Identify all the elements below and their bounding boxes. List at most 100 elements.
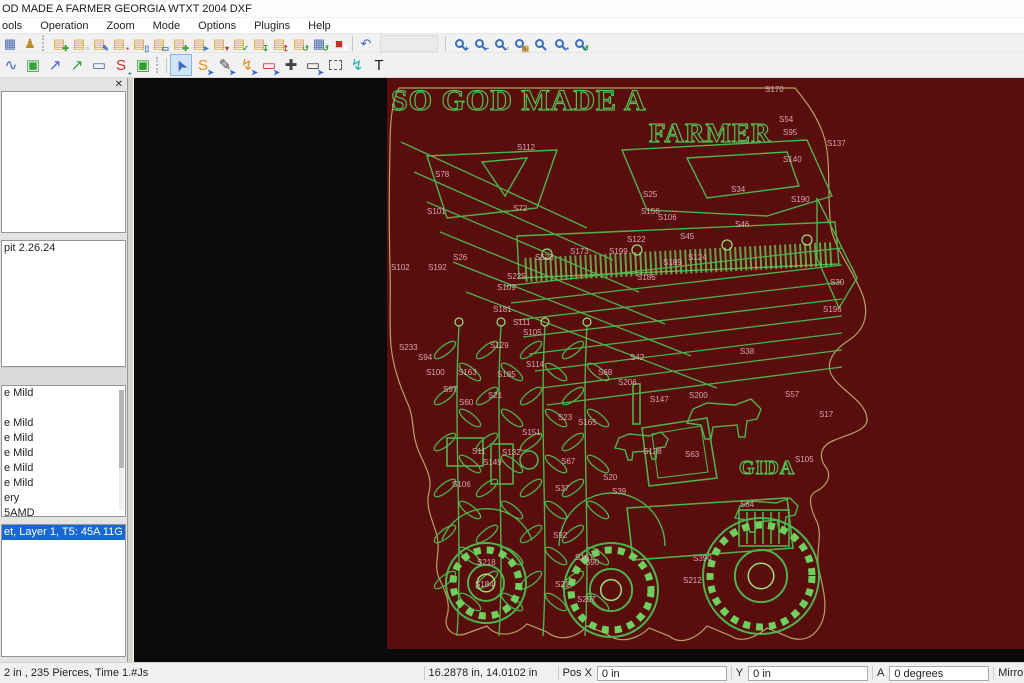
calculator-icon[interactable]: ▦ (0, 35, 20, 52)
part-label: S63 (685, 450, 700, 459)
zoom-sheet-icon[interactable]: ▤ (509, 35, 529, 52)
list-item[interactable]: e Mild (2, 476, 125, 491)
part-label: S78 (435, 170, 450, 179)
part-label: S105 (523, 328, 542, 337)
menu-item-plugins[interactable]: Plugins (245, 20, 299, 32)
list-item[interactable]: e Mild (2, 416, 125, 431)
selected-layer-item[interactable]: et, Layer 1, T5: 45A 11G Fine ... (2, 525, 125, 540)
move-part-icon[interactable]: ▤ ➤ (189, 35, 209, 53)
zoom-in-icon[interactable]: + (449, 35, 469, 52)
panel-header: ✕ (0, 78, 127, 91)
menu-item-help[interactable]: Help (299, 20, 340, 32)
select-marquee-icon[interactable] (324, 54, 346, 76)
cursor-coordinates: 16.2878 in, 14.0102 in (428, 667, 538, 679)
part-label: S97 (443, 385, 458, 394)
select-pierce-icon[interactable]: ✎ ➤ (214, 54, 236, 77)
lead-arrow-icon[interactable]: ↗ (66, 54, 88, 76)
consumables-list[interactable]: e Mild e Mild e Mild e Mild e Mild e Mild ery 5… (1, 385, 126, 517)
part-label: S20 (603, 473, 618, 482)
select-arrow-icon[interactable]: ➤ (170, 54, 192, 76)
part-label: S54 (779, 115, 794, 124)
edit-part-icon[interactable]: ▤ ✎ (89, 35, 109, 53)
add-sequence-icon[interactable]: S ₊ (110, 54, 132, 77)
move-arrow-icon[interactable]: ↗ (44, 54, 66, 76)
replace-part-icon[interactable]: ▤ ✓ (229, 35, 249, 53)
nest-part-icon[interactable]: ▣ (22, 54, 44, 76)
toolbar-sep (352, 35, 353, 51)
undo-icon[interactable]: ↶ (356, 35, 376, 52)
list-item[interactable]: e Mild (2, 461, 125, 476)
corner-loop-icon[interactable]: ▣ (132, 54, 154, 76)
copy-parts-icon[interactable]: ▤ ▫ (69, 35, 89, 53)
status-bar: 2 in , 235 Pierces, Time 1.#Js 16.2878 i… (0, 662, 1024, 683)
zoom-all-icon[interactable] (529, 35, 549, 52)
part-label: S147 (650, 395, 669, 404)
cut-sequence-icon[interactable]: ∿ (0, 54, 22, 76)
export-part-icon[interactable]: ▤ ↥ (269, 35, 289, 53)
pos-x-segment: Pos X 0 in (559, 663, 731, 683)
menu-item-zoom[interactable]: Zoom (98, 20, 144, 32)
part-label: S170 (765, 85, 784, 94)
part-label: S67 (561, 457, 576, 466)
add-group-icon[interactable]: ▤ ✚ (169, 35, 189, 53)
select-lead-icon[interactable]: ↯ ➤ (236, 54, 258, 77)
zoom-out-icon[interactable]: − (469, 35, 489, 52)
part-label: S34 (731, 185, 746, 194)
parts-list-box[interactable] (1, 91, 126, 233)
part-label: S102 (391, 263, 410, 272)
select-sequence-icon[interactable]: S ➤ (192, 54, 214, 77)
remove-part-icon[interactable]: ▤ ▾ (209, 35, 229, 53)
close-icon[interactable]: ✕ (115, 79, 123, 90)
pos-y-field[interactable]: 0 in (748, 665, 869, 681)
menu-item-options[interactable]: Options (189, 20, 245, 32)
nest-drawing: SO GOD MADE A FARMER GIDA S170S54S95S137… (388, 83, 868, 641)
list-item[interactable]: e Mild (2, 386, 125, 401)
angle-field[interactable]: 0 degrees (889, 665, 990, 681)
part-label: S11 (472, 447, 486, 456)
part-label: S192 (428, 263, 447, 272)
part-label: S190 (791, 195, 810, 204)
duplicate-part-icon[interactable]: ▤ ▯ (129, 35, 149, 53)
zoom-window-icon[interactable]: ▫ (489, 35, 509, 52)
zoom-selected-icon[interactable]: ▪ (549, 35, 569, 52)
pan-icon[interactable]: ✚ (280, 54, 302, 76)
part-properties-icon[interactable]: ▤ ▪ (109, 35, 129, 53)
version-box[interactable]: pit 2.26.24 (1, 240, 126, 367)
menu-item-ools[interactable]: ools (0, 20, 31, 32)
measure-icon[interactable]: ↯ (346, 54, 368, 76)
refresh-table-icon[interactable]: ▦ ↺ (309, 35, 329, 53)
select-region-icon[interactable]: ▭ ➤ (258, 54, 280, 77)
import-part-icon[interactable]: ▤ ↧ (249, 35, 269, 53)
angle-segment: A 0 degrees (873, 663, 993, 683)
menu-item-mode[interactable]: Mode (144, 20, 190, 32)
plate-icon[interactable]: ▭ (88, 54, 110, 76)
layers-list[interactable]: et, Layer 1, T5: 45A 11G Fine ... (1, 524, 126, 657)
part-label: S57 (785, 390, 800, 399)
list-scrollbar[interactable] (119, 390, 124, 510)
delete-icon[interactable]: ■ ✕ (329, 35, 349, 53)
pos-x-field[interactable]: 0 in (596, 665, 727, 681)
list-item[interactable]: e Mild (2, 446, 125, 461)
zoom-previous-icon[interactable]: ↺ (569, 35, 589, 52)
menu-item-operation[interactable]: Operation (31, 20, 97, 32)
part-label: S68 (598, 368, 613, 377)
main-toolbar: ▦ ♟ ▤ ✚ ▤ ▫ ▤ ✎ ▤ ▪ ▤ ▯ ▤ ▭ ▤ ✚ ▤ ➤ ▤ ▾ ▤ ✓ ▤ ↧ ▤ ↥ ▤ ↺ ▦ ↺ ■ ✕ ↶ + − ▫ ▤ ▪ ↺ (0, 33, 1024, 52)
list-item[interactable]: 5AMD (2, 506, 125, 516)
part-label: S149 (483, 458, 502, 467)
part-label: S140 (783, 155, 802, 164)
plate-sheet: SO GOD MADE A FARMER GIDA S170 S54 S95 S… (387, 78, 1024, 649)
select-window-icon[interactable]: ▭ ➤ (302, 54, 324, 77)
drawing-canvas[interactable]: SO GOD MADE A FARMER GIDA S170 S54 S95 S… (134, 78, 1024, 662)
part-label: S17 (819, 410, 834, 419)
state-outline (388, 87, 868, 641)
operator-icon[interactable]: ♟ (20, 35, 40, 52)
part-label: S184 (475, 580, 494, 589)
list-item[interactable]: e Mild (2, 431, 125, 446)
add-part-icon[interactable]: ▤ ✚ (49, 35, 69, 53)
list-item[interactable]: ery (2, 491, 125, 506)
copy-part-icon[interactable]: ▤ ▭ (149, 35, 169, 53)
text-tool-icon[interactable]: T (368, 54, 390, 76)
title-bar: OD MADE A FARMER GEORGIA WTXT 2004 DXF (0, 0, 1024, 18)
list-item[interactable] (2, 401, 125, 416)
update-parts-icon[interactable]: ▤ ↺ (289, 35, 309, 53)
